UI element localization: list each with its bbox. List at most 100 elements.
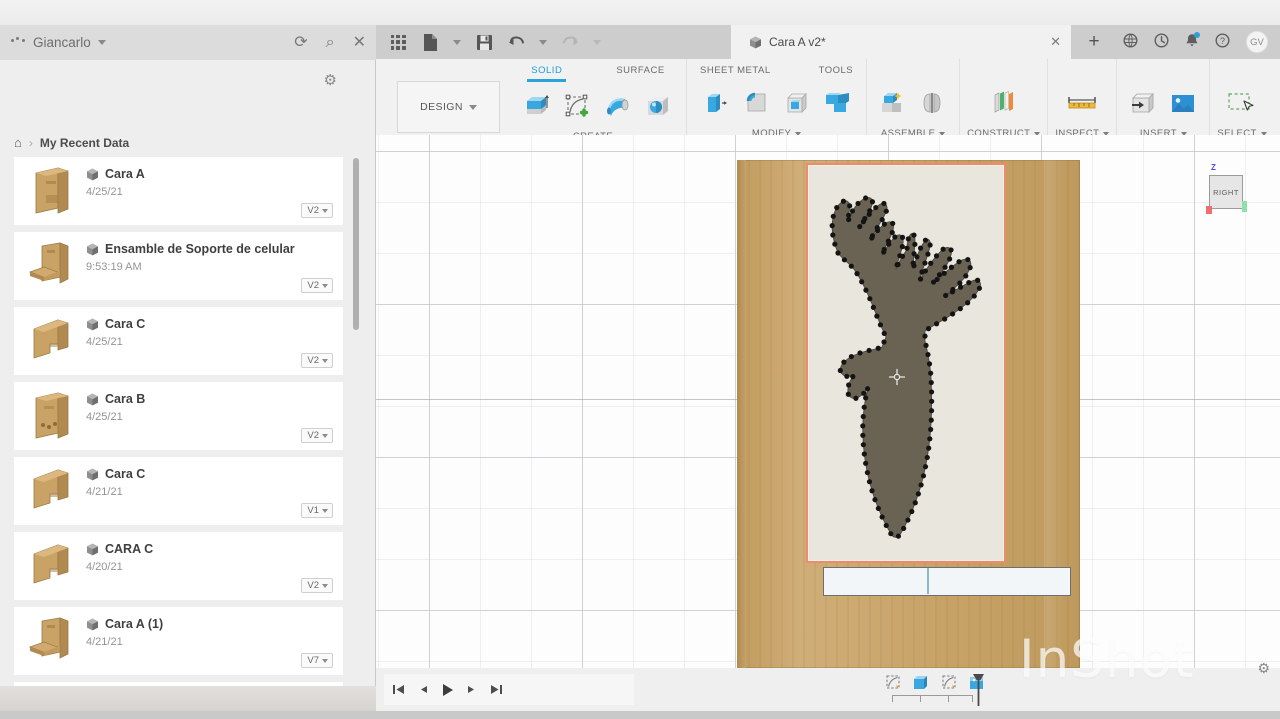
item-version-badge[interactable]: V2 bbox=[301, 428, 333, 443]
undo-icon[interactable] bbox=[500, 27, 532, 57]
version-label: V2 bbox=[307, 205, 319, 216]
insert-canvas-icon[interactable] bbox=[1164, 83, 1202, 125]
press-pull-icon[interactable] bbox=[698, 83, 736, 125]
jump-end-icon[interactable] bbox=[490, 683, 503, 696]
breadcrumb-separator: › bbox=[28, 135, 33, 150]
window-top-strip bbox=[0, 0, 1280, 25]
gear-icon[interactable]: ⚙ bbox=[1257, 660, 1270, 677]
data-panel-item[interactable]: Cara C 4/25/21 V2 bbox=[14, 307, 343, 375]
component-cube-icon bbox=[86, 543, 99, 556]
axis-marker-y bbox=[1242, 201, 1247, 212]
create-sketch-icon[interactable] bbox=[559, 86, 597, 128]
extrude-icon[interactable] bbox=[519, 86, 557, 128]
offset-plane-icon[interactable] bbox=[985, 83, 1023, 125]
item-title-row: Cara C bbox=[86, 317, 145, 331]
refresh-icon[interactable]: ⟳ bbox=[294, 34, 307, 51]
item-name: Cara A bbox=[105, 167, 145, 181]
redo-icon[interactable] bbox=[554, 27, 586, 57]
scrollbar-thumb[interactable] bbox=[353, 158, 359, 330]
close-icon[interactable]: ✕ bbox=[1050, 34, 1061, 50]
item-title-row: Cara A (1) bbox=[86, 617, 163, 631]
item-version-badge[interactable]: V2 bbox=[301, 353, 333, 368]
timeline-end-marker[interactable] bbox=[972, 673, 985, 707]
new-tab-button[interactable]: + bbox=[1076, 25, 1112, 59]
item-version-badge[interactable]: V2 bbox=[301, 278, 333, 293]
gear-icon[interactable]: ⚙ bbox=[324, 71, 337, 89]
data-panel-item[interactable]: Cara A (1) 4/21/21 V7 bbox=[14, 607, 343, 675]
tab-tools[interactable]: TOOLS bbox=[815, 64, 858, 79]
loft-icon[interactable] bbox=[599, 86, 637, 128]
insert-derive-icon[interactable] bbox=[1124, 83, 1162, 125]
fillet-icon[interactable] bbox=[738, 83, 776, 125]
workspace-switcher[interactable]: DESIGN bbox=[397, 81, 500, 133]
avatar[interactable]: GV bbox=[1246, 31, 1268, 53]
home-icon[interactable]: ⌂ bbox=[14, 135, 22, 150]
redo-dropdown-icon[interactable] bbox=[586, 27, 608, 57]
active-sketch-plane[interactable] bbox=[806, 163, 1006, 563]
sketch-feature-icon[interactable] bbox=[884, 673, 904, 692]
help-globe-icon[interactable] bbox=[1123, 32, 1138, 52]
app-window: Giancarlo ⟳ ⌕ ✕ ⚙ ⌂ › My Recent Data Car… bbox=[0, 0, 1280, 719]
notifications-icon[interactable] bbox=[1185, 31, 1200, 52]
save-icon[interactable] bbox=[468, 27, 500, 57]
close-icon[interactable]: ✕ bbox=[353, 34, 366, 51]
tab-sheet-metal[interactable]: SHEET METAL bbox=[696, 64, 775, 79]
item-name: Cara C bbox=[105, 317, 146, 331]
new-component-icon[interactable] bbox=[874, 83, 912, 125]
team-icon bbox=[10, 36, 26, 49]
title-bar: Cara A v2* ✕ + ? GV bbox=[376, 25, 1280, 59]
item-name: CARA C bbox=[105, 542, 154, 556]
item-version-badge[interactable]: V1 bbox=[301, 503, 333, 518]
document-tab[interactable]: Cara A v2* ✕ bbox=[731, 25, 1071, 59]
step-forward-icon[interactable] bbox=[466, 683, 478, 696]
document-tab-title: Cara A v2* bbox=[769, 35, 826, 49]
data-panel-item[interactable]: Cara B 4/25/21 V2 bbox=[14, 382, 343, 450]
breadcrumb: ⌂ › My Recent Data bbox=[14, 135, 129, 150]
search-icon[interactable]: ⌕ bbox=[326, 34, 335, 51]
data-panel-item[interactable]: Ensamble de Soporte de celular 9:53:19 AM… bbox=[14, 232, 343, 300]
item-version-badge[interactable]: V2 bbox=[301, 578, 333, 593]
tab-solid[interactable]: SOLID bbox=[527, 64, 567, 82]
deer-head-sketch[interactable] bbox=[808, 165, 1008, 565]
extrude-feature-icon[interactable] bbox=[912, 673, 932, 692]
quick-access-toolbar bbox=[376, 25, 608, 59]
shell-icon[interactable] bbox=[778, 83, 816, 125]
new-document-icon[interactable] bbox=[414, 27, 446, 57]
apps-grid-icon[interactable] bbox=[382, 27, 414, 57]
data-panel-item[interactable]: Cara A 4/25/21 V2 bbox=[14, 157, 343, 225]
item-date: 4/25/21 bbox=[86, 411, 123, 423]
item-version-badge[interactable]: V7 bbox=[301, 653, 333, 668]
measure-icon[interactable] bbox=[1063, 83, 1101, 125]
design-canvas[interactable]: Z RIGHT bbox=[376, 135, 1280, 668]
data-panel-item[interactable]: Cara C 4/21/21 V1 bbox=[14, 457, 343, 525]
item-version-badge[interactable]: V2 bbox=[301, 203, 333, 218]
document-tab-label-wrap: Cara A v2* bbox=[749, 35, 826, 49]
item-date: 4/25/21 bbox=[86, 186, 123, 198]
component-cube-icon bbox=[749, 36, 762, 49]
component-cube-icon bbox=[86, 618, 99, 631]
recent-activity-icon[interactable] bbox=[1154, 32, 1169, 52]
joint-icon[interactable] bbox=[914, 83, 952, 125]
combine-icon[interactable] bbox=[818, 83, 856, 125]
data-panel-item[interactable]: CARA C 4/20/21 V2 bbox=[14, 532, 343, 600]
new-document-dropdown-icon[interactable] bbox=[446, 27, 468, 57]
step-back-icon[interactable] bbox=[417, 683, 429, 696]
lower-rectangle-divider bbox=[927, 568, 929, 594]
timeline-tick bbox=[948, 695, 949, 702]
lower-rectangle-sketch[interactable] bbox=[823, 567, 1071, 596]
undo-dropdown-icon[interactable] bbox=[532, 27, 554, 57]
team-selector[interactable]: Giancarlo bbox=[10, 35, 106, 50]
data-panel-scrollbar[interactable] bbox=[353, 158, 359, 711]
sketch-feature-icon[interactable] bbox=[940, 673, 960, 692]
tab-surface[interactable]: SURFACE bbox=[612, 64, 668, 82]
recent-data-list[interactable]: Cara A 4/25/21 V2 Ensamble de Soporte de ce… bbox=[14, 157, 350, 711]
view-cube-face[interactable]: RIGHT bbox=[1209, 175, 1243, 209]
help-icon[interactable]: ? bbox=[1215, 32, 1230, 52]
select-window-icon[interactable] bbox=[1223, 83, 1261, 125]
jump-start-icon[interactable] bbox=[392, 683, 405, 696]
view-cube[interactable]: Z RIGHT bbox=[1197, 163, 1249, 223]
version-label: V2 bbox=[307, 280, 319, 291]
item-name: Cara C bbox=[105, 467, 146, 481]
play-icon[interactable] bbox=[441, 683, 454, 697]
sphere-icon[interactable] bbox=[639, 86, 677, 128]
